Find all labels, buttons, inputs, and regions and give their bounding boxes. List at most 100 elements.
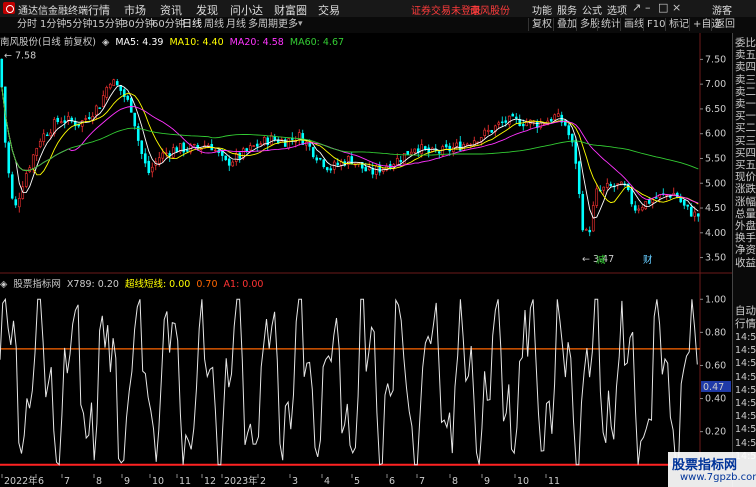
candle-body[interactable] — [185, 150, 189, 152]
candle-body[interactable] — [367, 167, 371, 171]
candle-body[interactable] — [31, 154, 35, 169]
event-marker-left[interactable]: 减 — [596, 254, 606, 266]
candle-body[interactable] — [252, 145, 256, 147]
candle-body[interactable] — [696, 213, 700, 217]
candle-body[interactable] — [350, 156, 354, 165]
candle-body[interactable] — [42, 133, 46, 142]
candle-body[interactable] — [157, 157, 161, 164]
candle-body[interactable] — [647, 199, 651, 204]
period-multi[interactable]: 多周期 — [246, 18, 280, 31]
menu-markets[interactable]: 市场 — [124, 2, 146, 18]
menu-wealth[interactable]: 财富圈 — [274, 2, 307, 18]
candle-body[interactable] — [577, 161, 581, 195]
candle-body[interactable] — [87, 117, 91, 120]
candle-body[interactable] — [654, 197, 658, 199]
candle-body[interactable] — [24, 173, 28, 187]
candle-body[interactable] — [395, 158, 399, 166]
period-month[interactable]: 月线 — [224, 18, 248, 31]
candle-body[interactable] — [605, 182, 609, 188]
candle-body[interactable] — [308, 143, 312, 147]
candle-body[interactable] — [147, 160, 151, 174]
menu-news[interactable]: 资讯 — [160, 2, 182, 18]
candle-body[interactable] — [231, 161, 235, 167]
menu-trade[interactable]: 交易 — [318, 2, 340, 18]
menu-options[interactable]: 选项 — [607, 2, 627, 17]
candle-body[interactable] — [525, 122, 529, 127]
candle-body[interactable] — [581, 194, 585, 231]
candle-body[interactable] — [497, 122, 501, 125]
candle-body[interactable] — [255, 143, 259, 147]
candle-body[interactable] — [227, 158, 231, 166]
candle-body[interactable] — [171, 147, 175, 158]
candle-body[interactable] — [444, 144, 448, 148]
candle-body[interactable] — [336, 162, 340, 166]
candle-body[interactable] — [318, 158, 322, 160]
candle-body[interactable] — [140, 140, 144, 154]
candle-body[interactable] — [511, 113, 515, 117]
menu-discover[interactable]: 发现 — [196, 2, 218, 18]
candle-body[interactable] — [84, 118, 88, 120]
kline-chart[interactable]: 0.47 7.50 7.00 6.50 6.00 5.50 5.00 4.50 4.00 3.5… — [0, 33, 732, 487]
candle-body[interactable] — [630, 188, 634, 205]
candle-body[interactable] — [245, 148, 249, 152]
candle-body[interactable] — [17, 197, 21, 208]
candle-body[interactable] — [420, 144, 424, 154]
candle-body[interactable] — [105, 87, 109, 98]
candle-body[interactable] — [224, 155, 228, 161]
indicator-toggle-icon[interactable]: ◈ — [0, 279, 7, 290]
candle-body[interactable] — [486, 129, 490, 132]
candle-body[interactable] — [150, 166, 154, 173]
candle-body[interactable] — [126, 95, 130, 100]
candle-body[interactable] — [633, 205, 637, 211]
candle-body[interactable] — [115, 81, 119, 86]
candle-body[interactable] — [640, 207, 644, 211]
candle-body[interactable] — [7, 142, 11, 174]
candle-body[interactable] — [455, 142, 459, 147]
period-day[interactable]: 日线 — [180, 18, 204, 31]
candle-body[interactable] — [129, 97, 133, 113]
candle-body[interactable] — [665, 194, 669, 197]
candle-body[interactable] — [588, 229, 592, 233]
candle-body[interactable] — [521, 124, 525, 127]
candle-body[interactable] — [465, 143, 469, 146]
legend-toggle-icon[interactable]: ◈ — [102, 37, 109, 48]
indicator-name[interactable]: 股票指标网 — [13, 279, 61, 290]
candle-body[interactable] — [574, 140, 578, 164]
candle-body[interactable] — [595, 188, 599, 206]
maximize-icon[interactable]: □ — [658, 1, 668, 14]
candle-body[interactable] — [322, 159, 326, 168]
candle-body[interactable] — [637, 208, 641, 211]
candle-body[interactable] — [63, 120, 67, 123]
candle-body[interactable] — [374, 165, 378, 175]
candle-body[interactable] — [556, 113, 560, 117]
candle-body[interactable] — [38, 140, 42, 148]
candle-body[interactable] — [514, 116, 518, 119]
candle-body[interactable] — [35, 148, 39, 156]
candle-body[interactable] — [269, 135, 273, 145]
mark-button[interactable]: 标记 — [665, 18, 692, 31]
period-tick[interactable]: 分时 — [15, 18, 39, 31]
candle-body[interactable] — [325, 167, 329, 171]
candle-body[interactable] — [94, 105, 98, 116]
candle-body[interactable] — [553, 114, 557, 121]
candle-body[interactable] — [98, 107, 102, 109]
candle-body[interactable] — [0, 58, 4, 88]
event-marker-right[interactable]: 财 — [643, 254, 653, 266]
menu-wenxiaoda[interactable]: 问小达 — [230, 2, 263, 18]
candle-body[interactable] — [45, 134, 49, 137]
candle-body[interactable] — [490, 130, 494, 133]
candle-body[interactable] — [500, 121, 504, 123]
menu-formula[interactable]: 公式 — [582, 2, 602, 17]
minimize-icon[interactable]: – — [645, 1, 651, 14]
candle-body[interactable] — [213, 149, 217, 152]
candle-body[interactable] — [682, 199, 686, 206]
close-icon[interactable]: × — [672, 1, 681, 14]
candle-body[interactable] — [689, 206, 693, 217]
candle-body[interactable] — [273, 136, 277, 141]
candle-body[interactable] — [101, 95, 105, 107]
candle-body[interactable] — [549, 119, 553, 122]
candle-body[interactable] — [399, 160, 403, 163]
menu-function[interactable]: 功能 — [532, 2, 552, 17]
candle-body[interactable] — [518, 119, 522, 127]
candle-body[interactable] — [483, 129, 487, 136]
